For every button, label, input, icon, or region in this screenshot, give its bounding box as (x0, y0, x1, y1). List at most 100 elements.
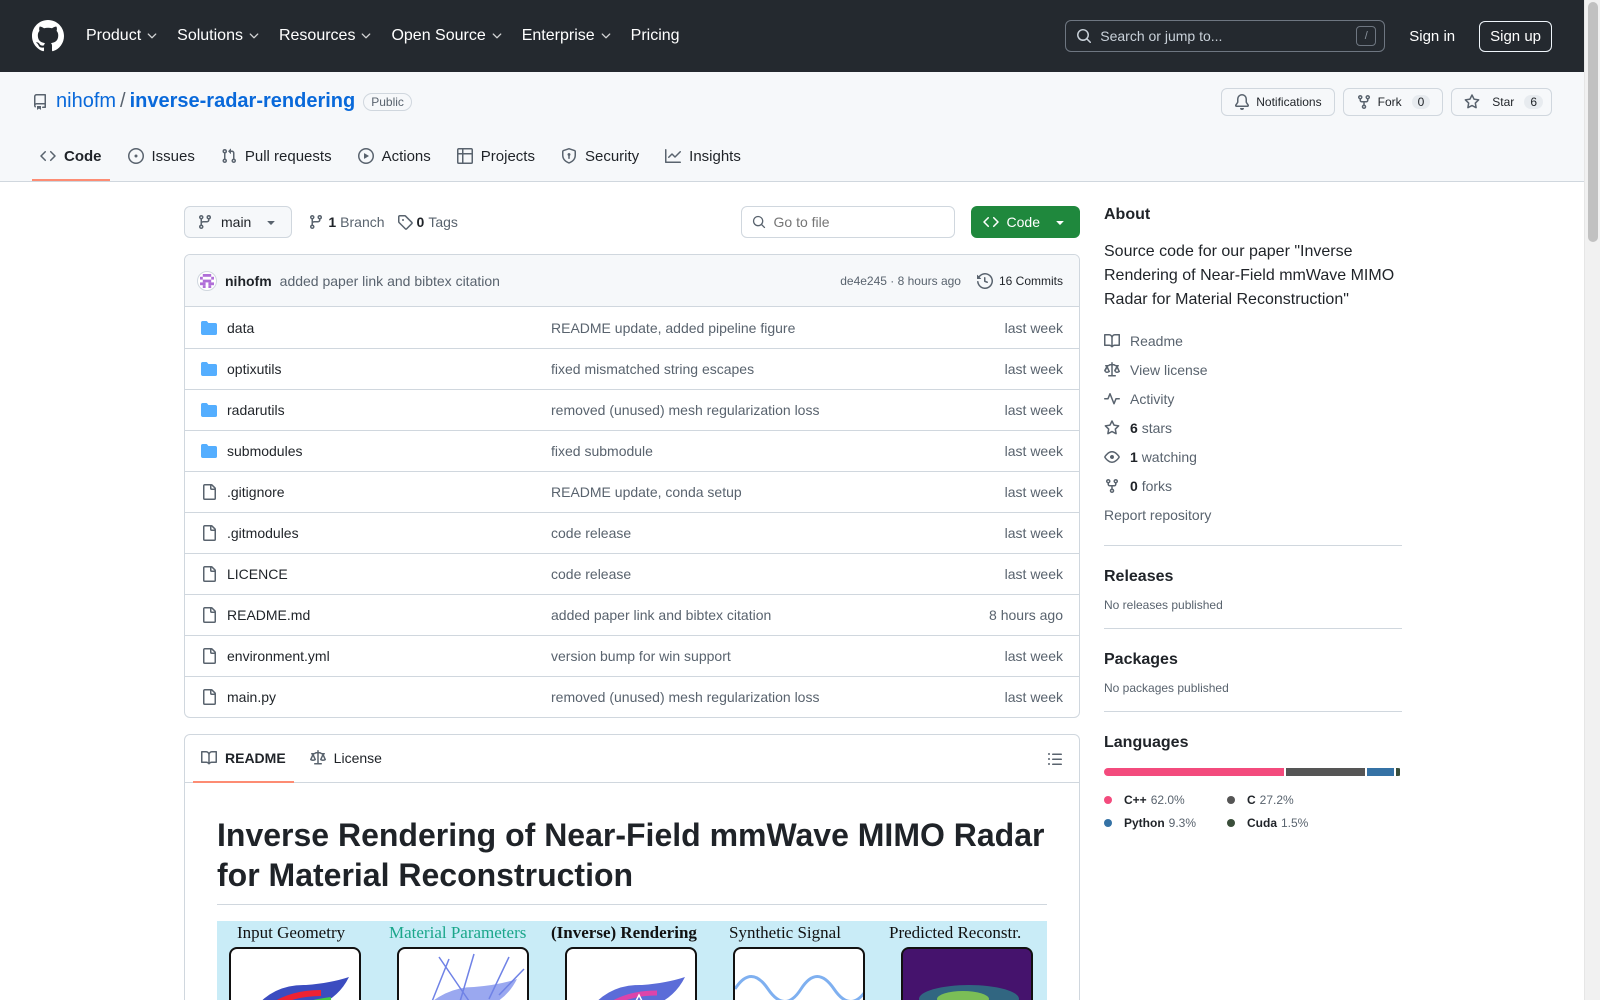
git-pull-request-icon (222, 148, 236, 164)
commit-sha-time[interactable]: de4e245 · 8 hours ago (840, 274, 961, 288)
file-commit-message[interactable]: code release (551, 566, 1005, 582)
tab-security[interactable]: Security (553, 133, 647, 181)
language-item[interactable]: C++ 62.0% (1104, 788, 1207, 811)
code-icon (40, 150, 56, 162)
file-commit-message[interactable]: fixed mismatched string escapes (551, 361, 1005, 377)
material-parameters-image (431, 953, 525, 1000)
file-name: main.py (227, 689, 277, 705)
forks-link[interactable]: 0 forks (1104, 471, 1402, 500)
file-name-link[interactable]: .gitignore (201, 484, 551, 500)
tab-license[interactable]: License (302, 735, 390, 783)
activity-link[interactable]: Activity (1104, 384, 1402, 413)
hand-geometry-image (262, 977, 349, 1000)
graph-icon (665, 149, 682, 163)
file-name-link[interactable]: main.py (201, 689, 551, 705)
repo-owner-link[interactable]: nihofm (56, 90, 116, 113)
github-logo-icon[interactable] (32, 20, 64, 52)
license-link[interactable]: View license (1104, 355, 1402, 384)
chevron-down-icon (492, 33, 502, 39)
commits-history-link[interactable]: 16 Commits (976, 272, 1063, 289)
file-name: optixutils (227, 361, 282, 377)
branch-selector[interactable]: main (184, 206, 293, 238)
fork-button[interactable]: Fork 0 (1342, 88, 1444, 116)
file-icon (203, 566, 216, 582)
global-search[interactable]: / (1065, 20, 1386, 52)
tags-link[interactable]: 0 Tags (397, 214, 458, 230)
file-name: radarutils (227, 402, 285, 418)
branch-name: main (221, 214, 252, 230)
avatar[interactable] (197, 270, 217, 291)
file-name-link[interactable]: submodules (201, 443, 551, 459)
chevron-down-icon (147, 33, 157, 39)
tab-actions[interactable]: Actions (350, 133, 439, 181)
fork-count: 0 (1411, 95, 1431, 109)
language-name: C (1247, 792, 1256, 807)
tag-count: 0 (416, 214, 425, 230)
star-icon (1104, 419, 1120, 434)
nav-resources[interactable]: Resources (279, 27, 373, 45)
star-button[interactable]: Star 6 (1451, 88, 1552, 116)
file-commit-message[interactable]: fixed submodule (551, 443, 1005, 459)
sign-up-button[interactable]: Sign up (1479, 20, 1552, 52)
file-commit-message[interactable]: removed (unused) mesh regularization los… (551, 402, 1005, 418)
code-dropdown-button[interactable]: Code (970, 206, 1080, 238)
file-row: optixutils fixed mismatched string escape… (185, 348, 1079, 389)
nav-solutions[interactable]: Solutions (177, 27, 261, 45)
language-item[interactable]: Cuda 1.5% (1227, 811, 1308, 834)
nav-pricing[interactable]: Pricing (631, 27, 680, 45)
pipeline-reconstruction-image (901, 947, 1033, 1000)
file-commit-message[interactable]: removed (unused) mesh regularization los… (551, 689, 1005, 705)
commit-message[interactable]: added paper link and bibtex citation (280, 273, 500, 289)
tab-pull-requests[interactable]: Pull requests (213, 133, 340, 181)
scrollbar-thumb[interactable] (1588, 2, 1598, 242)
file-commit-date: last week (1004, 443, 1063, 459)
file-name: .gitignore (227, 484, 285, 500)
file-commit-date: last week (1004, 566, 1063, 582)
go-to-file[interactable] (740, 206, 955, 238)
file-commit-message[interactable]: version bump for win support (551, 648, 1005, 664)
branches-link[interactable]: 1 Branch (308, 214, 385, 230)
report-repository-link[interactable]: Report repository (1104, 500, 1402, 529)
file-name-link[interactable]: .gitmodules (201, 525, 551, 541)
notifications-button[interactable]: Notifications (1221, 88, 1335, 116)
file-name-link[interactable]: README.md (201, 607, 551, 623)
file-row: environment.yml version bump for win supp… (185, 635, 1079, 676)
outline-button[interactable] (1039, 743, 1071, 775)
stars-link[interactable]: 6 stars (1104, 413, 1402, 442)
file-name-link[interactable]: optixutils (201, 361, 551, 377)
file-commit-message[interactable]: README update, added pipeline figure (551, 320, 1005, 336)
file-name-link[interactable]: data (201, 320, 551, 336)
file-name-link[interactable]: radarutils (201, 402, 551, 418)
file-name-link[interactable]: environment.yml (201, 648, 551, 664)
commit-author[interactable]: nihofm (225, 273, 272, 289)
file-commit-message[interactable]: added paper link and bibtex citation (551, 607, 989, 623)
tab-insights[interactable]: Insights (657, 133, 749, 181)
file-commit-message[interactable]: README update, conda setup (551, 484, 1005, 500)
go-to-file-input[interactable] (773, 214, 944, 230)
tab-issues[interactable]: Issues (120, 133, 203, 181)
nav-enterprise[interactable]: Enterprise (522, 27, 613, 45)
nav-product[interactable]: Product (86, 27, 159, 45)
file-name: README.md (227, 607, 311, 623)
tab-readme[interactable]: README (193, 735, 294, 783)
language-item[interactable]: Python 9.3% (1104, 811, 1207, 834)
nav-pricing-label: Pricing (630, 27, 680, 44)
tab-code[interactable]: Code (32, 133, 110, 181)
file-name-link[interactable]: LICENCE (201, 566, 551, 582)
license-link-label: View license (1130, 361, 1208, 378)
watching-link[interactable]: 1 watching (1104, 442, 1402, 471)
search-input[interactable] (1100, 28, 1357, 44)
nav-open-source[interactable]: Open Source (391, 27, 503, 45)
tab-projects[interactable]: Projects (449, 133, 543, 181)
language-item[interactable]: C 27.2% (1227, 788, 1294, 811)
stars-label: stars (1141, 419, 1173, 436)
packages-heading[interactable]: Packages (1104, 651, 1402, 669)
repo-name-link[interactable]: inverse-radar-rendering (130, 90, 356, 113)
page-scrollbar[interactable] (1584, 0, 1600, 1000)
sign-in-link[interactable]: Sign in (1409, 28, 1455, 45)
language-name: Python (1124, 815, 1165, 830)
watching-count: 1 (1130, 448, 1138, 465)
file-commit-message[interactable]: code release (551, 525, 1005, 541)
readme-link[interactable]: Readme (1104, 326, 1402, 355)
releases-heading[interactable]: Releases (1104, 568, 1402, 586)
